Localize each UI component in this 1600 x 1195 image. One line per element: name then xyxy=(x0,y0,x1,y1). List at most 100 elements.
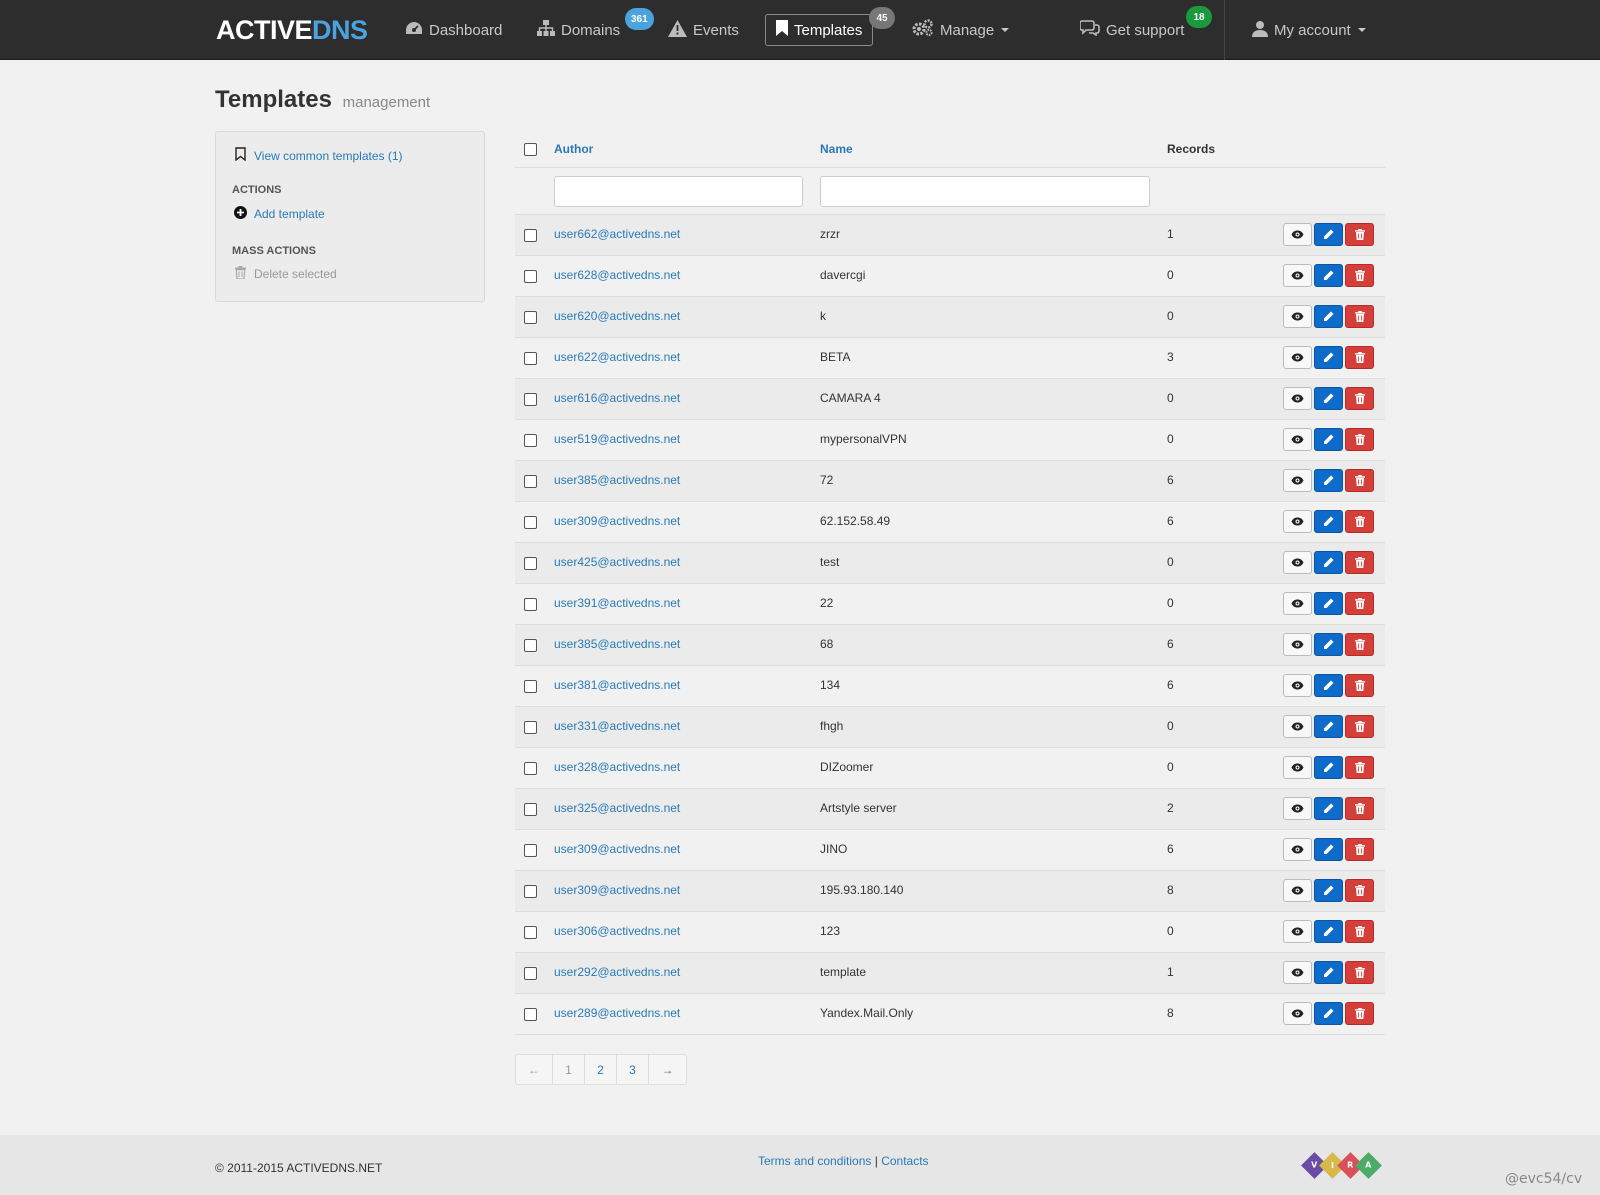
author-filter-input[interactable] xyxy=(554,176,803,207)
row-author-link[interactable]: user622@activedns.net xyxy=(554,350,680,364)
delete-button[interactable] xyxy=(1345,551,1374,574)
delete-button[interactable] xyxy=(1345,961,1374,984)
view-button[interactable] xyxy=(1283,469,1312,492)
view-button[interactable] xyxy=(1283,920,1312,943)
nav-domains[interactable]: Domains xyxy=(537,14,620,46)
view-button[interactable] xyxy=(1283,223,1312,246)
view-common-templates-link[interactable]: View common templates (1) xyxy=(232,147,403,164)
brand-logo[interactable]: ACTIVEDNS xyxy=(216,12,368,48)
edit-button[interactable] xyxy=(1314,920,1343,943)
pagination-page-3[interactable]: 3 xyxy=(617,1055,649,1084)
contacts-link[interactable]: Contacts xyxy=(881,1154,928,1168)
delete-button[interactable] xyxy=(1345,674,1374,697)
edit-button[interactable] xyxy=(1314,592,1343,615)
name-column-header[interactable]: Name xyxy=(820,142,853,156)
pagination-next[interactable]: → xyxy=(649,1055,686,1084)
edit-button[interactable] xyxy=(1314,223,1343,246)
edit-button[interactable] xyxy=(1314,469,1343,492)
edit-button[interactable] xyxy=(1314,551,1343,574)
delete-button[interactable] xyxy=(1345,264,1374,287)
delete-button[interactable] xyxy=(1345,305,1374,328)
delete-button[interactable] xyxy=(1345,428,1374,451)
delete-button[interactable] xyxy=(1345,1002,1374,1025)
view-button[interactable] xyxy=(1283,1002,1312,1025)
row-checkbox[interactable] xyxy=(524,352,537,365)
view-button[interactable] xyxy=(1283,715,1312,738)
delete-button[interactable] xyxy=(1345,223,1374,246)
edit-button[interactable] xyxy=(1314,264,1343,287)
row-author-link[interactable]: user662@activedns.net xyxy=(554,227,680,241)
row-checkbox[interactable] xyxy=(524,762,537,775)
nav-templates[interactable]: Templates xyxy=(765,14,874,46)
row-checkbox[interactable] xyxy=(524,598,537,611)
terms-link[interactable]: Terms and conditions xyxy=(758,1154,871,1168)
author-column-header[interactable]: Author xyxy=(554,142,593,156)
nav-events[interactable]: Events xyxy=(668,14,739,46)
view-button[interactable] xyxy=(1283,510,1312,533)
row-checkbox[interactable] xyxy=(524,557,537,570)
view-button[interactable] xyxy=(1283,961,1312,984)
delete-button[interactable] xyxy=(1345,387,1374,410)
row-checkbox[interactable] xyxy=(524,475,537,488)
edit-button[interactable] xyxy=(1314,1002,1343,1025)
row-author-link[interactable]: user385@activedns.net xyxy=(554,473,680,487)
view-button[interactable] xyxy=(1283,264,1312,287)
view-button[interactable] xyxy=(1283,428,1312,451)
row-checkbox[interactable] xyxy=(524,803,537,816)
delete-button[interactable] xyxy=(1345,879,1374,902)
row-author-link[interactable]: user616@activedns.net xyxy=(554,391,680,405)
delete-button[interactable] xyxy=(1345,469,1374,492)
edit-button[interactable] xyxy=(1314,387,1343,410)
view-button[interactable] xyxy=(1283,879,1312,902)
view-button[interactable] xyxy=(1283,305,1312,328)
row-author-link[interactable]: user385@activedns.net xyxy=(554,637,680,651)
nav-my-account[interactable]: My account xyxy=(1252,14,1366,46)
row-checkbox[interactable] xyxy=(524,516,537,529)
row-checkbox[interactable] xyxy=(524,967,537,980)
pagination-prev[interactable]: ← xyxy=(516,1055,553,1084)
row-author-link[interactable]: user381@activedns.net xyxy=(554,678,680,692)
delete-button[interactable] xyxy=(1345,510,1374,533)
edit-button[interactable] xyxy=(1314,715,1343,738)
delete-button[interactable] xyxy=(1345,797,1374,820)
delete-button[interactable] xyxy=(1345,838,1374,861)
row-checkbox[interactable] xyxy=(524,721,537,734)
add-template-link[interactable]: Add template xyxy=(232,206,325,222)
edit-button[interactable] xyxy=(1314,797,1343,820)
row-checkbox[interactable] xyxy=(524,926,537,939)
row-author-link[interactable]: user391@activedns.net xyxy=(554,596,680,610)
edit-button[interactable] xyxy=(1314,838,1343,861)
edit-button[interactable] xyxy=(1314,510,1343,533)
view-button[interactable] xyxy=(1283,551,1312,574)
delete-button[interactable] xyxy=(1345,633,1374,656)
row-author-link[interactable]: user289@activedns.net xyxy=(554,1006,680,1020)
pagination-page-1[interactable]: 1 xyxy=(553,1055,585,1084)
row-checkbox[interactable] xyxy=(524,885,537,898)
delete-button[interactable] xyxy=(1345,346,1374,369)
edit-button[interactable] xyxy=(1314,633,1343,656)
row-author-link[interactable]: user328@activedns.net xyxy=(554,760,680,774)
view-button[interactable] xyxy=(1283,756,1312,779)
row-author-link[interactable]: user628@activedns.net xyxy=(554,268,680,282)
edit-button[interactable] xyxy=(1314,305,1343,328)
row-checkbox[interactable] xyxy=(524,229,537,242)
vira-logo[interactable]: V I R A xyxy=(1301,1152,1382,1179)
edit-button[interactable] xyxy=(1314,674,1343,697)
row-author-link[interactable]: user620@activedns.net xyxy=(554,309,680,323)
edit-button[interactable] xyxy=(1314,961,1343,984)
view-button[interactable] xyxy=(1283,633,1312,656)
row-author-link[interactable]: user306@activedns.net xyxy=(554,924,680,938)
edit-button[interactable] xyxy=(1314,346,1343,369)
view-button[interactable] xyxy=(1283,797,1312,820)
delete-button[interactable] xyxy=(1345,920,1374,943)
edit-button[interactable] xyxy=(1314,428,1343,451)
row-checkbox[interactable] xyxy=(524,844,537,857)
delete-button[interactable] xyxy=(1345,592,1374,615)
view-button[interactable] xyxy=(1283,592,1312,615)
row-checkbox[interactable] xyxy=(524,393,537,406)
nav-dashboard[interactable]: Dashboard xyxy=(405,14,502,46)
view-button[interactable] xyxy=(1283,346,1312,369)
nav-manage[interactable]: Manage xyxy=(912,14,1010,46)
row-checkbox[interactable] xyxy=(524,270,537,283)
view-button[interactable] xyxy=(1283,838,1312,861)
